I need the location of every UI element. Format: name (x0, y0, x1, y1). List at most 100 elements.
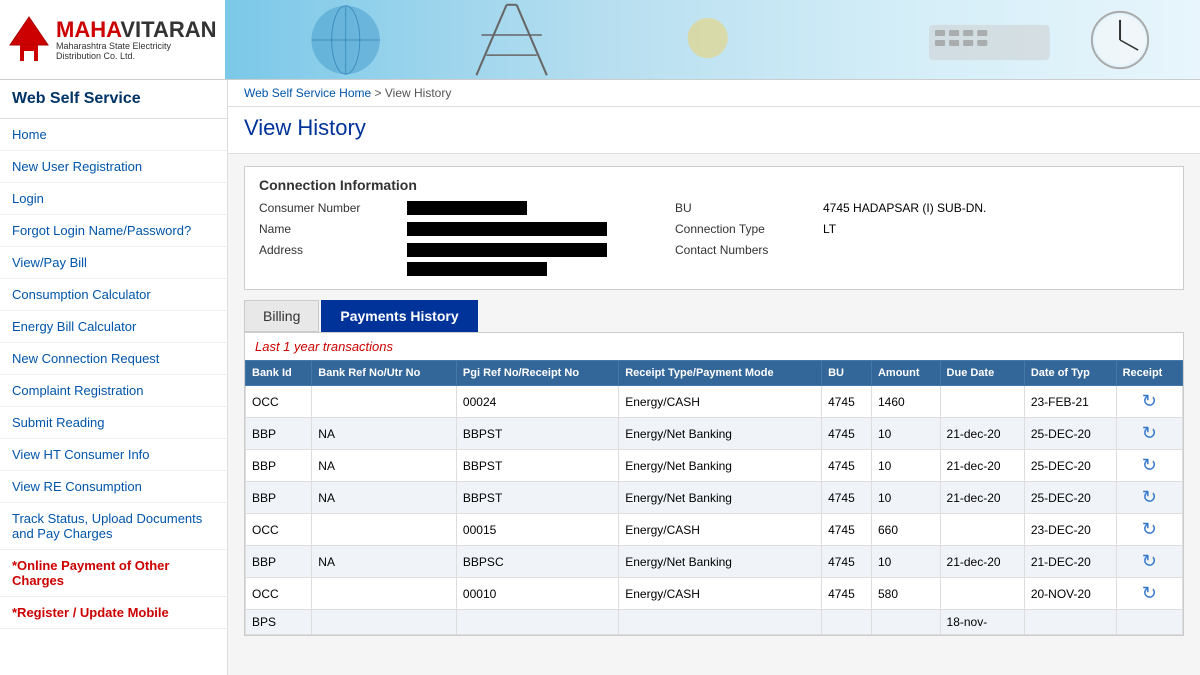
sidebar-item-re-consumption[interactable]: View RE Consumption (0, 471, 227, 503)
cell-1-1: NA (312, 418, 457, 450)
tab-billing[interactable]: Billing (244, 300, 319, 332)
logo-text: MAHAVITARAN Maharashtra State Electricit… (56, 19, 217, 61)
cell-2-3: Energy/Net Banking (619, 450, 822, 482)
cell-7-6: 18-nov- (940, 610, 1024, 635)
cell-2-0: BBP (246, 450, 312, 482)
sidebar-link-track-status[interactable]: Track Status, Upload Documents and Pay C… (0, 503, 227, 550)
cell-2-5: 10 (871, 450, 940, 482)
cell-5-0: BBP (246, 546, 312, 578)
table-row: BPS18-nov- (246, 610, 1183, 635)
sidebar-item-ht-consumer[interactable]: View HT Consumer Info (0, 439, 227, 471)
cell-1-6: 21-dec-20 (940, 418, 1024, 450)
cell-2-receipt: ↻ (1116, 450, 1182, 482)
sidebar-item-online-payment[interactable]: *Online Payment of Other Charges (0, 550, 227, 597)
cell-0-5: 1460 (871, 386, 940, 418)
sidebar-item-login[interactable]: Login (0, 183, 227, 215)
bu-value: 4745 HADAPSAR (I) SUB-DN. (823, 201, 1169, 218)
cell-1-2: BBPST (456, 418, 618, 450)
cell-0-3: Energy/CASH (619, 386, 822, 418)
sidebar-item-view-pay[interactable]: View/Pay Bill (0, 247, 227, 279)
cell-7-3 (619, 610, 822, 635)
tab-payments-history[interactable]: Payments History (321, 300, 477, 332)
col-receipt-type: Receipt Type/Payment Mode (619, 361, 822, 386)
sidebar-link-register-mobile[interactable]: *Register / Update Mobile (0, 597, 227, 629)
cell-4-0: OCC (246, 514, 312, 546)
receipt-download-icon[interactable]: ↻ (1142, 487, 1157, 507)
sidebar-link-home[interactable]: Home (0, 119, 227, 151)
cell-3-3: Energy/Net Banking (619, 482, 822, 514)
sidebar-link-re-consumption[interactable]: View RE Consumption (0, 471, 227, 503)
sidebar-link-new-user[interactable]: New User Registration (0, 151, 227, 183)
breadcrumb-home[interactable]: Web Self Service Home (244, 86, 371, 100)
sidebar-link-login[interactable]: Login (0, 183, 227, 215)
sidebar-item-register-mobile[interactable]: *Register / Update Mobile (0, 597, 227, 629)
cell-0-6 (940, 386, 1024, 418)
col-pgi-ref: Pgi Ref No/Receipt No (456, 361, 618, 386)
logo-vitaran: VITARAN (120, 17, 216, 42)
sidebar-link-online-payment[interactable]: *Online Payment of Other Charges (0, 550, 227, 597)
table-row: BBPNABBPSTEnergy/Net Banking47451021-dec… (246, 482, 1183, 514)
sidebar-item-forgot[interactable]: Forgot Login Name/Password? (0, 215, 227, 247)
cell-6-4: 4745 (822, 578, 872, 610)
sidebar-item-energy-calc[interactable]: Energy Bill Calculator (0, 311, 227, 343)
receipt-download-icon[interactable]: ↻ (1142, 583, 1157, 603)
cell-6-3: Energy/CASH (619, 578, 822, 610)
sidebar-title: Web Self Service (0, 80, 227, 119)
sidebar-link-submit-reading[interactable]: Submit Reading (0, 407, 227, 439)
sidebar-item-track-status[interactable]: Track Status, Upload Documents and Pay C… (0, 503, 227, 550)
cell-3-1: NA (312, 482, 457, 514)
sidebar-link-ht-consumer[interactable]: View HT Consumer Info (0, 439, 227, 471)
receipt-download-icon[interactable]: ↻ (1142, 455, 1157, 475)
table-header-row: Bank Id Bank Ref No/Utr No Pgi Ref No/Re… (246, 361, 1183, 386)
col-bu: BU (822, 361, 872, 386)
cell-7-5 (871, 610, 940, 635)
sidebar-item-submit-reading[interactable]: Submit Reading (0, 407, 227, 439)
col-receipt: Receipt (1116, 361, 1182, 386)
col-bank-id: Bank Id (246, 361, 312, 386)
consumer-number-label: Consumer Number (259, 201, 399, 218)
sidebar-item-new-user[interactable]: New User Registration (0, 151, 227, 183)
name-redacted (407, 222, 607, 236)
cell-4-2: 00015 (456, 514, 618, 546)
cell-4-1 (312, 514, 457, 546)
header: MAHAVITARAN Maharashtra State Electricit… (0, 0, 1200, 80)
banner-svg (225, 0, 1200, 79)
connection-info-title: Connection Information (259, 177, 1169, 193)
contact-numbers-value (823, 243, 1169, 279)
cell-3-2: BBPST (456, 482, 618, 514)
receipt-download-icon[interactable]: ↻ (1142, 391, 1157, 411)
table-body: OCC00024Energy/CASH4745146023-FEB-21↻BBP… (246, 386, 1183, 635)
logo-icon (8, 15, 50, 65)
main-layout: Web Self Service Home New User Registrat… (0, 80, 1200, 675)
sidebar-item-home[interactable]: Home (0, 119, 227, 151)
cell-7-7 (1024, 610, 1116, 635)
cell-2-2: BBPST (456, 450, 618, 482)
sidebar-link-consumption-calc[interactable]: Consumption Calculator (0, 279, 227, 311)
cell-6-7: 20-NOV-20 (1024, 578, 1116, 610)
table-container: Last 1 year transactions Bank Id Bank Re… (244, 332, 1184, 636)
sidebar-link-new-connection[interactable]: New Connection Request (0, 343, 227, 375)
sidebar-item-consumption-calc[interactable]: Consumption Calculator (0, 279, 227, 311)
logo-brand: MAHAVITARAN (56, 19, 217, 41)
sidebar-link-complaint[interactable]: Complaint Registration (0, 375, 227, 407)
sidebar-item-complaint[interactable]: Complaint Registration (0, 375, 227, 407)
connection-type-value: LT (823, 222, 1169, 239)
col-bank-ref: Bank Ref No/Utr No (312, 361, 457, 386)
name-value (407, 222, 667, 239)
receipt-download-icon[interactable]: ↻ (1142, 423, 1157, 443)
receipt-download-icon[interactable]: ↻ (1142, 519, 1157, 539)
cell-0-7: 23-FEB-21 (1024, 386, 1116, 418)
sidebar-item-new-connection[interactable]: New Connection Request (0, 343, 227, 375)
sidebar-link-energy-calc[interactable]: Energy Bill Calculator (0, 311, 227, 343)
cell-2-4: 4745 (822, 450, 872, 482)
tabs-bar: Billing Payments History (244, 300, 1184, 332)
cell-6-2: 00010 (456, 578, 618, 610)
cell-1-3: Energy/Net Banking (619, 418, 822, 450)
cell-4-4: 4745 (822, 514, 872, 546)
cell-6-0: OCC (246, 578, 312, 610)
address-redacted-1 (407, 243, 607, 257)
cell-5-2: BBPSC (456, 546, 618, 578)
receipt-download-icon[interactable]: ↻ (1142, 551, 1157, 571)
sidebar-link-view-pay[interactable]: View/Pay Bill (0, 247, 227, 279)
sidebar-link-forgot[interactable]: Forgot Login Name/Password? (0, 215, 227, 247)
